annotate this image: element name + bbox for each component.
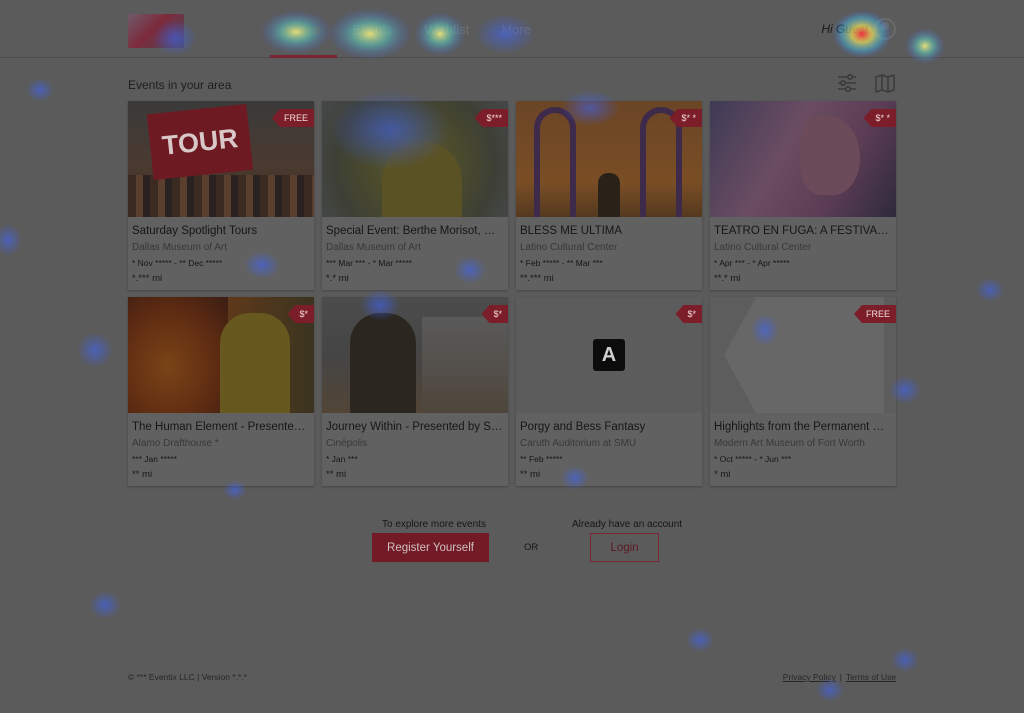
event-dates: * Nov ***** - ** Dec *****: [132, 258, 223, 268]
logo-mark: [128, 14, 184, 48]
event-title[interactable]: TEATRO EN FUGA: A FESTIVAL OF ...: [714, 225, 892, 237]
event-dates: *** Jan *****: [132, 454, 177, 464]
price-badge: FREE: [853, 305, 896, 323]
register-button[interactable]: Register Yourself: [372, 533, 489, 562]
event-distance: ** mi: [132, 469, 153, 480]
account-caption: Already have an account: [572, 519, 683, 530]
event-card[interactable]: TOUR FREE Saturday Spotlight Tours Dalla…: [128, 101, 314, 290]
event-venue: Dallas Museum of Art: [326, 242, 422, 253]
event-distance: *.*** mi: [132, 273, 163, 284]
event-card[interactable]: $*** Special Event: Berthe Morisot, Wo..…: [322, 101, 508, 290]
figure-graphic: [598, 173, 620, 217]
event-title[interactable]: Saturday Spotlight Tours: [132, 225, 310, 237]
greeting-text: Hi Guest: [821, 22, 868, 36]
privacy-policy-link[interactable]: Privacy Policy: [783, 672, 836, 682]
tour-sign: TOUR: [146, 103, 254, 181]
event-thumbnail: A: [516, 297, 702, 413]
event-distance: * mi: [714, 469, 731, 480]
nav-item-home[interactable]: Home: [270, 0, 337, 58]
event-distance: **.* mi: [714, 273, 741, 284]
event-venue: Latino Cultural Center: [714, 242, 812, 253]
user-menu[interactable]: Hi Guest: [821, 18, 896, 40]
person-graphic: [220, 313, 290, 413]
terms-of-use-link[interactable]: Terms of Use: [846, 672, 896, 682]
event-card[interactable]: A $* Porgy and Bess Fantasy Caruth Audit…: [516, 297, 702, 486]
event-venue: Dallas Museum of Art: [132, 242, 228, 253]
event-venue: Alamo Drafthouse *: [132, 438, 219, 449]
event-title[interactable]: Porgy and Bess Fantasy: [520, 421, 698, 433]
event-title[interactable]: BLESS ME ULTIMA: [520, 225, 698, 237]
login-button[interactable]: Login: [590, 533, 659, 562]
event-title[interactable]: Special Event: Berthe Morisot, Wo...: [326, 225, 504, 237]
section-title: Events in your area: [128, 78, 232, 92]
event-dates: * Oct ***** - * Jun ***: [714, 454, 792, 464]
main-nav: Home Events Wishlist More: [270, 0, 547, 58]
event-venue: Latino Cultural Center: [520, 242, 618, 253]
user-avatar-icon[interactable]: [874, 18, 896, 40]
event-venue: Caruth Auditorium at SMU: [520, 438, 637, 449]
event-venue: Modern Art Museum of Fort Worth: [714, 438, 865, 449]
event-thumbnail: [128, 297, 314, 413]
event-distance: ** mi: [520, 469, 541, 480]
or-separator: OR: [524, 542, 539, 553]
nav-label: Events: [352, 21, 393, 37]
event-card[interactable]: $* Journey Within - Presented by Sou... …: [322, 297, 508, 486]
nav-item-more[interactable]: More: [485, 0, 547, 58]
fire-graphic: [128, 297, 228, 413]
event-dates: ** Feb *****: [520, 454, 563, 464]
explore-caption: To explore more events: [382, 519, 486, 530]
event-card[interactable]: $* * TEATRO EN FUGA: A FESTIVAL OF ... L…: [710, 101, 896, 290]
footer-separator: |: [839, 672, 842, 682]
arch-graphic: [534, 107, 576, 217]
street-graphic: [422, 317, 508, 413]
event-distance: ** mi: [326, 469, 347, 480]
view-tools: [836, 72, 896, 94]
event-distance: **.*** mi: [520, 273, 554, 284]
crowd-graphic: [128, 175, 314, 217]
header: Home Events Wishlist More Hi Guest: [0, 0, 1024, 58]
nav-label: Home: [286, 21, 321, 37]
event-card[interactable]: FREE Highlights from the Permanent Co...…: [710, 297, 896, 486]
footer-copyright: © *** Eventix LLC | Version *.*.*: [128, 672, 248, 682]
event-title[interactable]: Journey Within - Presented by Sou...: [326, 421, 504, 433]
painting-figure: [382, 141, 462, 217]
nav-label: More: [501, 21, 531, 37]
logo[interactable]: [128, 14, 244, 48]
map-icon[interactable]: [874, 72, 896, 94]
nav-label: Wishlist: [424, 21, 470, 37]
price-badge: FREE: [271, 109, 314, 127]
abstract-shape: [800, 115, 860, 195]
event-card[interactable]: $* * BLESS ME ULTIMA Latino Cultural Cen…: [516, 101, 702, 290]
nav-item-wishlist[interactable]: Wishlist: [408, 0, 485, 58]
event-dates: * Feb ***** - ** Mar ***: [520, 258, 603, 268]
event-distance: *.* mi: [326, 273, 349, 284]
event-venue: Cinépolis: [326, 438, 368, 449]
event-thumbnail: [322, 297, 508, 413]
event-dates: * Apr *** - * Apr *****: [714, 258, 790, 268]
page: Home Events Wishlist More Hi Guest Event…: [0, 0, 1024, 713]
footer-links: Privacy Policy | Terms of Use: [783, 672, 896, 682]
person-graphic: [350, 313, 416, 413]
placeholder-logo-icon: A: [593, 339, 625, 371]
event-title[interactable]: Highlights from the Permanent Co...: [714, 421, 892, 433]
sliders-icon[interactable]: [836, 72, 858, 94]
event-dates: *** Mar *** - * Mar *****: [326, 258, 412, 268]
event-card[interactable]: $* The Human Element - Presented b... Al…: [128, 297, 314, 486]
nav-item-events[interactable]: Events: [337, 0, 409, 58]
event-dates: * Jan ***: [326, 454, 358, 464]
event-title[interactable]: The Human Element - Presented b...: [132, 421, 310, 433]
